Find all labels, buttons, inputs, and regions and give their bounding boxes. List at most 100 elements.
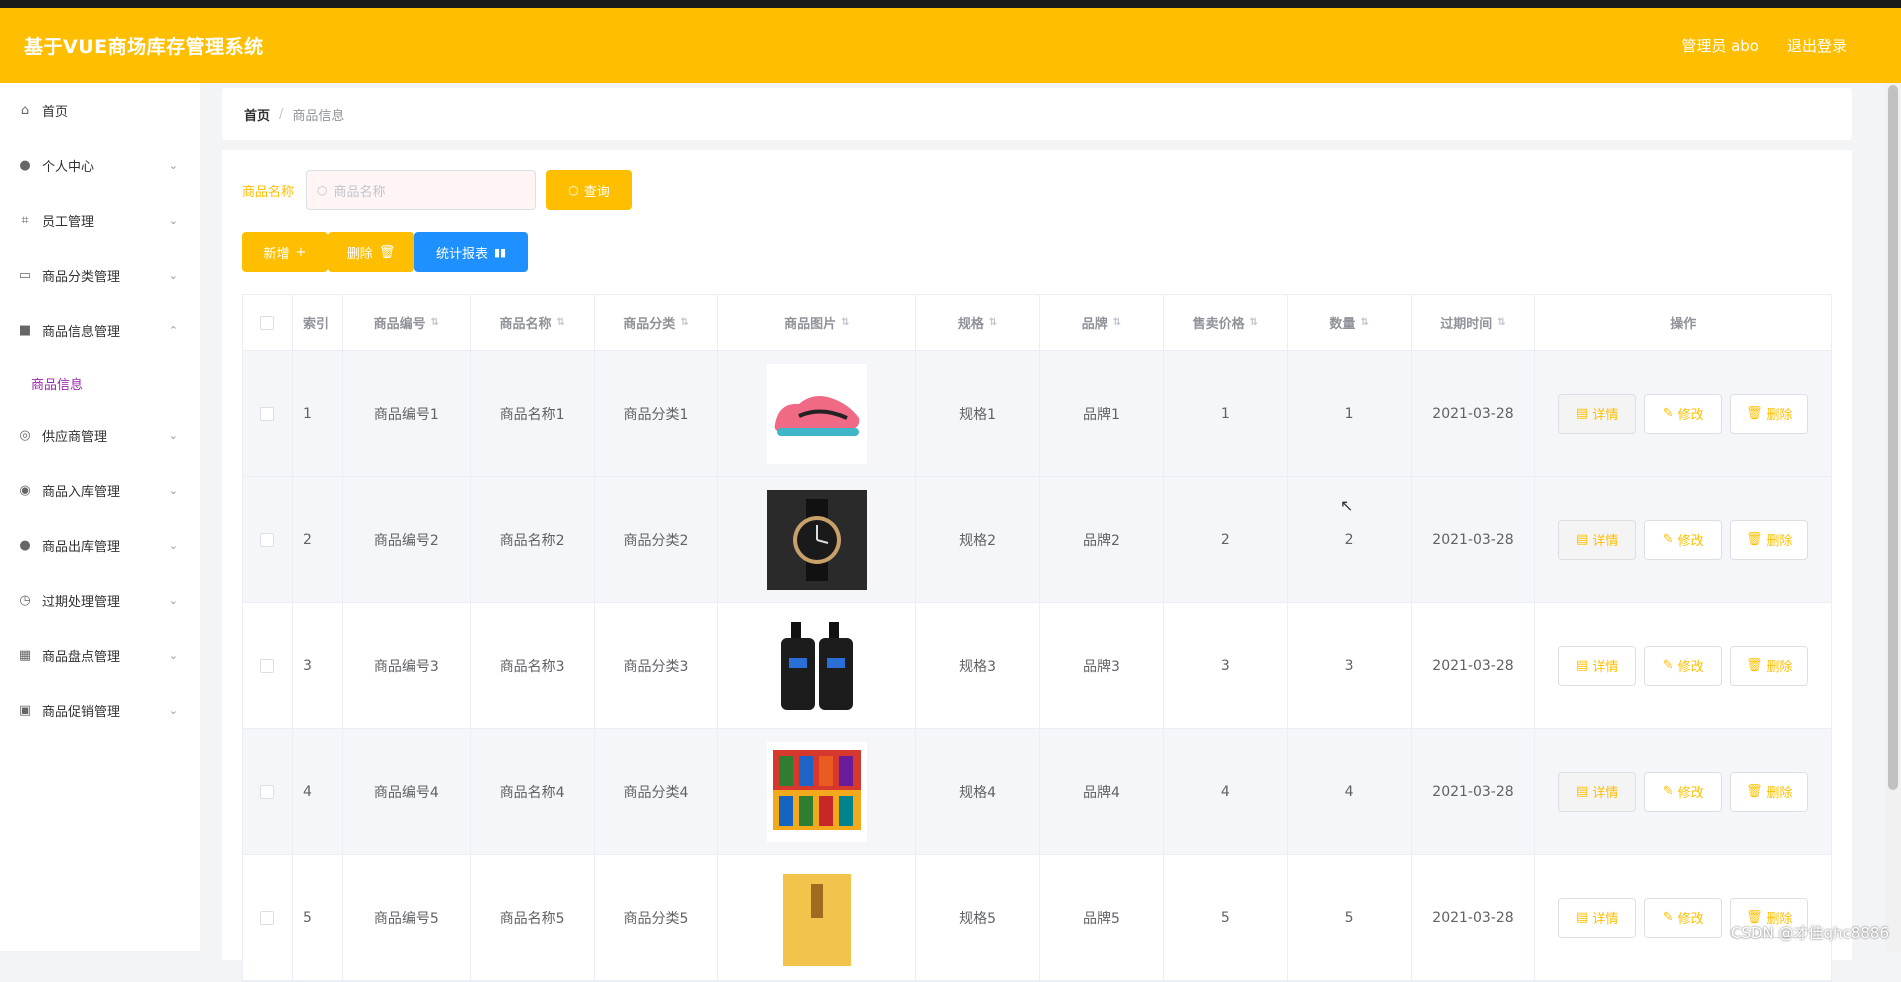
sidebar-subitem-goods-info[interactable]: 商品信息 — [0, 358, 200, 408]
edit-button[interactable]: ✎修改 — [1644, 646, 1722, 686]
col-header-qty[interactable]: 数量⇅ — [1288, 295, 1412, 350]
col-header-price[interactable]: 售卖价格⇅ — [1164, 295, 1288, 350]
row-delete-button[interactable]: 🗑删除 — [1730, 772, 1808, 812]
col-header-name[interactable]: 商品名称 ⇅ — [471, 295, 595, 350]
table-header: 索引 商品编号⇅ 商品名称⇅ 商品分类⇅ 商品图片⇅ 规格⇅ 品牌⇅ 售卖价格⇅… — [243, 295, 1831, 351]
query-button[interactable]: ○ 查询 — [546, 170, 632, 210]
cell-expire: 2021-03-28 — [1412, 855, 1536, 980]
stats-report-button[interactable]: 统计报表 ▮▮ — [414, 232, 528, 272]
sort-icon[interactable]: ⇅ — [556, 317, 564, 328]
row-checkbox[interactable] — [260, 533, 274, 547]
edit-icon: ✎ — [1663, 784, 1674, 799]
detail-button[interactable]: ▤详情 — [1558, 520, 1636, 560]
select-all-checkbox[interactable] — [260, 316, 274, 330]
row-checkbox[interactable] — [260, 659, 274, 673]
detail-button[interactable]: ▤详情 — [1558, 772, 1636, 812]
row-delete-button[interactable]: 🗑删除 — [1730, 646, 1808, 686]
row-checkbox[interactable] — [260, 785, 274, 799]
table-row: 4 商品编号4 商品名称4 商品分类4 规格4 品牌4 4 4 2021-03-… — [243, 729, 1831, 855]
sort-icon[interactable]: ⇅ — [989, 317, 997, 328]
top-strip — [0, 0, 1901, 8]
plus-icon: + — [296, 245, 307, 260]
cell-image — [718, 351, 916, 476]
sidebar-item-supplier[interactable]: ◎ 供应商管理 ⌄ — [0, 408, 200, 463]
edit-button[interactable]: ✎修改 — [1644, 898, 1722, 938]
row-delete-button[interactable]: 🗑删除 — [1730, 520, 1808, 560]
add-button[interactable]: 新增 + — [242, 232, 328, 272]
col-header-spec[interactable]: 规格 ⇅ — [916, 295, 1040, 350]
sidebar-item-staff[interactable]: ⌗ 员工管理 ⌄ — [0, 193, 200, 248]
scrollbar-thumb[interactable] — [1888, 85, 1898, 790]
sort-icon[interactable]: ⇅ — [841, 317, 849, 328]
detail-button[interactable]: ▤详情 — [1558, 898, 1636, 938]
cell-category: 商品分类1 — [595, 351, 719, 476]
sidebar-item-promotion[interactable]: ▣ 商品促销管理 ⌄ — [0, 683, 200, 738]
sidebar-item-goods-info[interactable]: ■ 商品信息管理 ⌃ — [0, 303, 200, 358]
sort-icon[interactable]: ⇅ — [1360, 317, 1368, 328]
breadcrumb-separator: / — [279, 107, 283, 122]
delete-button[interactable]: 删除 🗑 — [328, 232, 414, 272]
col-header-category[interactable]: 商品分类⇅ — [595, 295, 719, 350]
trash-icon: 🗑 — [1746, 532, 1763, 547]
row-checkbox[interactable] — [260, 911, 274, 925]
cell-category: 商品分类5 — [595, 855, 719, 980]
book-image[interactable] — [767, 868, 867, 968]
cell-expire: 2021-03-28 — [1412, 603, 1536, 728]
sort-icon[interactable]: ⇅ — [1113, 317, 1121, 328]
snacks-image[interactable] — [767, 742, 867, 842]
search-icon: ○ — [568, 183, 578, 197]
chevron-down-icon: ⌄ — [169, 649, 178, 662]
col-header-image[interactable]: 商品图片⇅ — [718, 295, 916, 350]
facewash-bottles-image[interactable] — [767, 616, 867, 716]
sidebar-item-expired[interactable]: ◷ 过期处理管理 ⌄ — [0, 573, 200, 628]
chevron-down-icon: ⌄ — [169, 429, 178, 442]
col-header-code[interactable]: 商品编号⇅ — [343, 295, 471, 350]
sidebar-item-profile[interactable]: ● 个人中心 ⌄ — [0, 138, 200, 193]
sidebar-item-stock-out[interactable]: ● 商品出库管理 ⌄ — [0, 518, 200, 573]
col-header-brand[interactable]: 品牌⇅ — [1040, 295, 1164, 350]
admin-user-label[interactable]: 管理员 abo — [1681, 35, 1759, 56]
sidebar-item-label: 商品信息管理 — [42, 321, 120, 340]
sort-icon[interactable]: ⇅ — [1250, 317, 1258, 328]
edit-button[interactable]: ✎修改 — [1644, 772, 1722, 812]
search-row: 商品名称 ○ 商品名称 ○ 查询 — [242, 170, 1832, 210]
sort-icon[interactable]: ⇅ — [1497, 317, 1505, 328]
breadcrumb-home[interactable]: 首页 — [244, 105, 270, 124]
logout-link[interactable]: 退出登录 — [1787, 35, 1847, 56]
sort-icon[interactable]: ⇅ — [680, 317, 688, 328]
chevron-down-icon: ⌄ — [169, 704, 178, 717]
cell-spec: 规格1 — [916, 351, 1040, 476]
row-checkbox[interactable] — [260, 407, 274, 421]
vertical-scrollbar[interactable] — [1885, 83, 1901, 951]
row-delete-button[interactable]: 🗑删除 — [1730, 394, 1808, 434]
detail-button[interactable]: ▤详情 — [1558, 394, 1636, 434]
sort-icon[interactable]: ⇅ — [431, 317, 439, 328]
cell-image — [718, 603, 916, 728]
edit-button[interactable]: ✎修改 — [1644, 520, 1722, 560]
sidebar-item-home[interactable]: ⌂ 首页 — [0, 83, 200, 138]
edit-button[interactable]: ✎修改 — [1644, 394, 1722, 434]
col-header-expire[interactable]: 过期时间⇅ — [1412, 295, 1536, 350]
col-header-label: 规格 — [958, 313, 984, 332]
search-input[interactable]: ○ 商品名称 — [306, 170, 536, 210]
cell-ops: ▤详情 ✎修改 🗑删除 — [1535, 603, 1831, 728]
cell-name: 商品名称3 — [471, 603, 595, 728]
pink-sneaker-image[interactable] — [767, 364, 867, 464]
user-icon: ● — [16, 158, 34, 173]
mouse-cursor-icon: ↖ — [1340, 496, 1353, 515]
sidebar-item-stock-in[interactable]: ◉ 商品入库管理 ⌄ — [0, 463, 200, 518]
chevron-down-icon: ⌄ — [169, 214, 178, 227]
sidebar-item-inventory[interactable]: ▦ 商品盘点管理 ⌄ — [0, 628, 200, 683]
sidebar-item-category[interactable]: ▭ 商品分类管理 ⌄ — [0, 248, 200, 303]
grid-icon: ▦ — [16, 648, 34, 663]
content-panel: 商品名称 ○ 商品名称 ○ 查询 新增 + 删除 🗑 统计报表 ▮▮ — [222, 150, 1852, 960]
header-checkbox-cell — [243, 295, 293, 350]
row-checkbox-cell — [243, 855, 293, 980]
sidebar-item-label: 供应商管理 — [42, 426, 107, 445]
col-header-label: 商品名称 — [499, 313, 551, 332]
wristwatch-image[interactable] — [767, 490, 867, 590]
row-checkbox-cell — [243, 729, 293, 854]
detail-button[interactable]: ▤详情 — [1558, 646, 1636, 686]
cell-spec: 规格3 — [916, 603, 1040, 728]
clock-icon: ◷ — [16, 593, 34, 608]
